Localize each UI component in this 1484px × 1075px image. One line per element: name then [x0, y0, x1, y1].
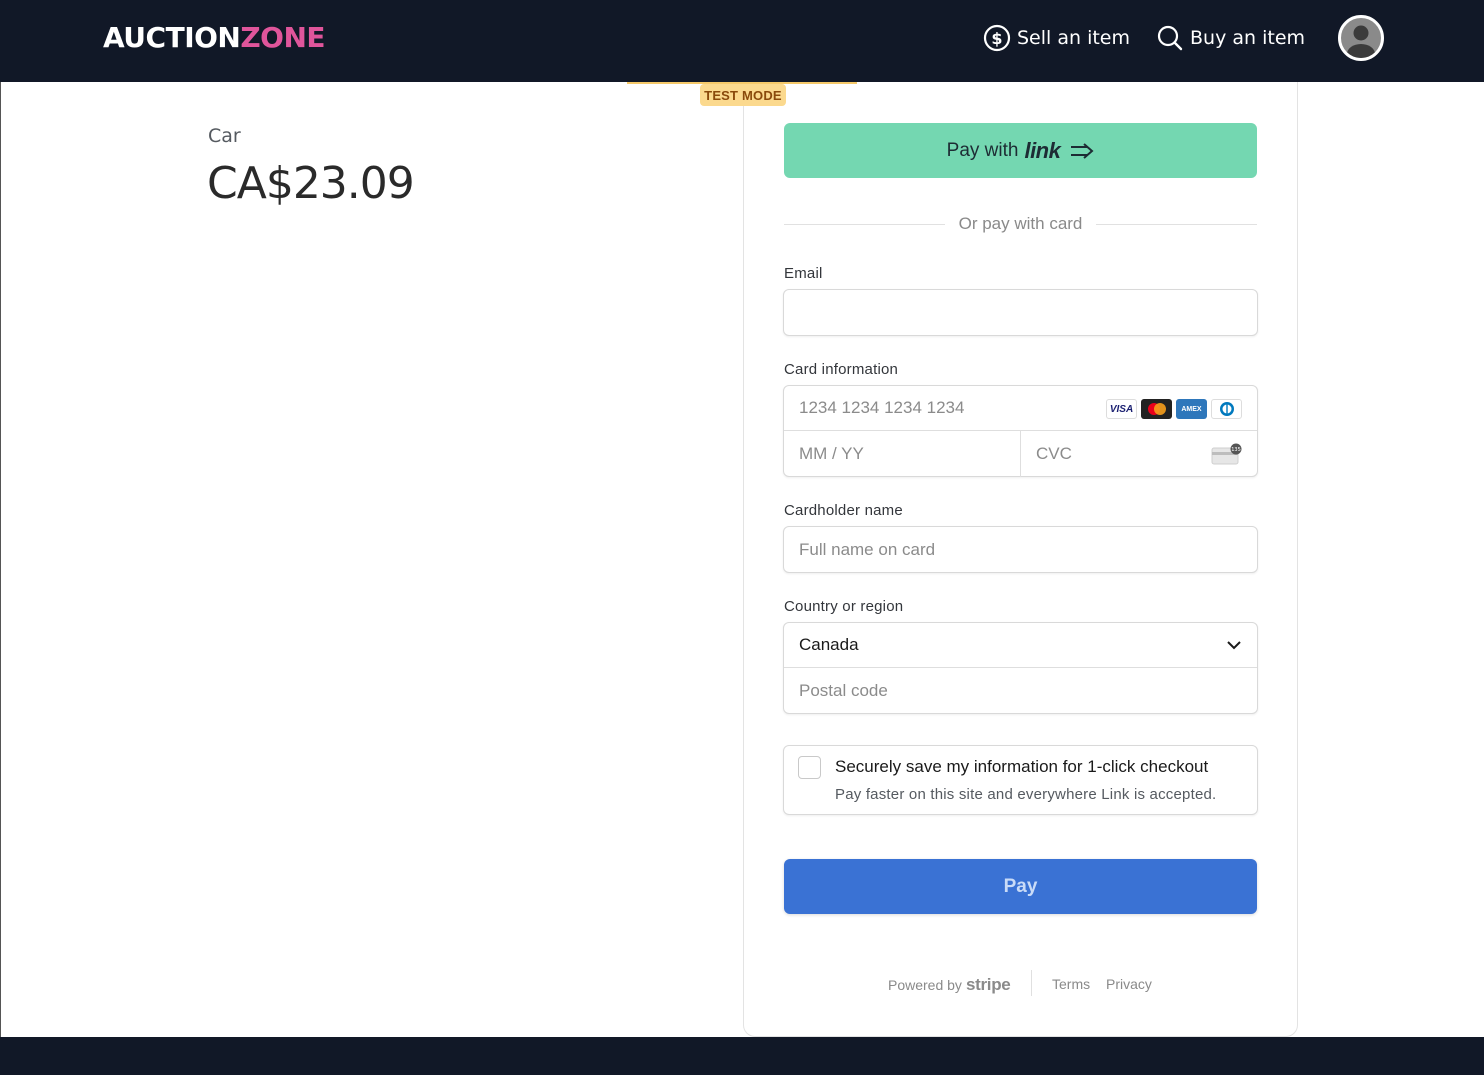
country-postal-field: Canada	[783, 622, 1258, 714]
chevron-down-icon	[1227, 641, 1241, 650]
pay-with-link-button[interactable]: Pay with link	[784, 123, 1257, 178]
footer-separator	[1031, 970, 1032, 996]
save-info-checkbox[interactable]	[798, 756, 821, 779]
cardholder-label: Cardholder name	[784, 502, 903, 519]
cvc-card-icon: 135	[1211, 443, 1242, 465]
country-label: Country or region	[784, 598, 904, 615]
card-brands: VISA AMEX	[1106, 399, 1242, 419]
postal-code-input[interactable]	[784, 668, 1257, 714]
buy-item-link[interactable]: Buy an item	[1156, 22, 1305, 54]
card-info-label: Card information	[784, 361, 899, 378]
email-field[interactable]	[783, 289, 1258, 336]
card-expiry-input[interactable]	[784, 431, 1020, 477]
test-mode-badge: TEST MODE	[700, 84, 786, 106]
pay-button[interactable]: Pay	[784, 859, 1257, 914]
cardholder-field[interactable]	[783, 526, 1258, 573]
logo-text-auction: AUCTION	[103, 21, 241, 54]
user-avatar-icon[interactable]	[1338, 15, 1384, 61]
terms-link[interactable]: Terms	[1052, 976, 1090, 992]
logo-text-zone: ZONE	[240, 21, 326, 54]
svg-text:$: $	[991, 29, 1002, 48]
buy-item-label: Buy an item	[1190, 27, 1306, 49]
pay-with-card-divider: Or pay with card	[784, 212, 1258, 236]
save-info-box[interactable]: Securely save my information for 1-click…	[783, 745, 1258, 815]
arrow-right-icon	[1071, 142, 1094, 159]
card-expiry-cvc-row: 135	[784, 431, 1258, 477]
mastercard-icon	[1141, 399, 1172, 419]
divider-text: Or pay with card	[958, 214, 1083, 233]
svg-text:135: 135	[1231, 447, 1241, 453]
stripe-logo: stripe	[965, 975, 1011, 994]
card-info-field: VISA AMEX 135	[783, 385, 1258, 477]
powered-by-stripe[interactable]: Powered by stripe	[888, 975, 1011, 995]
card-cvc-field[interactable]: 135	[1021, 431, 1258, 477]
email-label: Email	[784, 265, 823, 282]
product-name: Car	[208, 125, 241, 147]
sell-item-link[interactable]: $ Sell an item	[983, 22, 1130, 54]
bottom-footer-bar	[0, 1037, 1484, 1075]
powered-by-text: Powered by	[888, 977, 962, 993]
search-icon	[1157, 25, 1183, 51]
page-left-border	[0, 82, 1, 1037]
postal-code-field[interactable]	[784, 668, 1257, 714]
privacy-link[interactable]: Privacy	[1106, 976, 1152, 992]
save-info-subtitle: Pay faster on this site and everywhere L…	[835, 786, 1217, 803]
link-button-prefix: Pay with	[946, 139, 1019, 161]
country-value: Canada	[799, 635, 859, 654]
country-select[interactable]: Canada	[784, 623, 1257, 668]
top-navbar: AUCTIONZONE $ Sell an item Buy an item	[0, 0, 1484, 82]
link-brand-text: link	[1024, 137, 1061, 163]
amex-icon: AMEX	[1176, 399, 1207, 419]
dollar-circle-icon: $	[983, 24, 1011, 52]
card-expiry-field[interactable]	[784, 431, 1021, 477]
product-price: CA$23.09	[207, 158, 415, 209]
visa-icon: VISA	[1106, 399, 1137, 419]
card-number-row[interactable]: VISA AMEX	[784, 386, 1257, 431]
site-logo[interactable]: AUCTIONZONE	[103, 21, 326, 54]
sell-item-label: Sell an item	[1017, 27, 1130, 49]
save-info-title: Securely save my information for 1-click…	[835, 757, 1209, 776]
email-input[interactable]	[784, 290, 1257, 335]
cardholder-input[interactable]	[784, 527, 1257, 572]
diners-icon	[1211, 399, 1242, 419]
